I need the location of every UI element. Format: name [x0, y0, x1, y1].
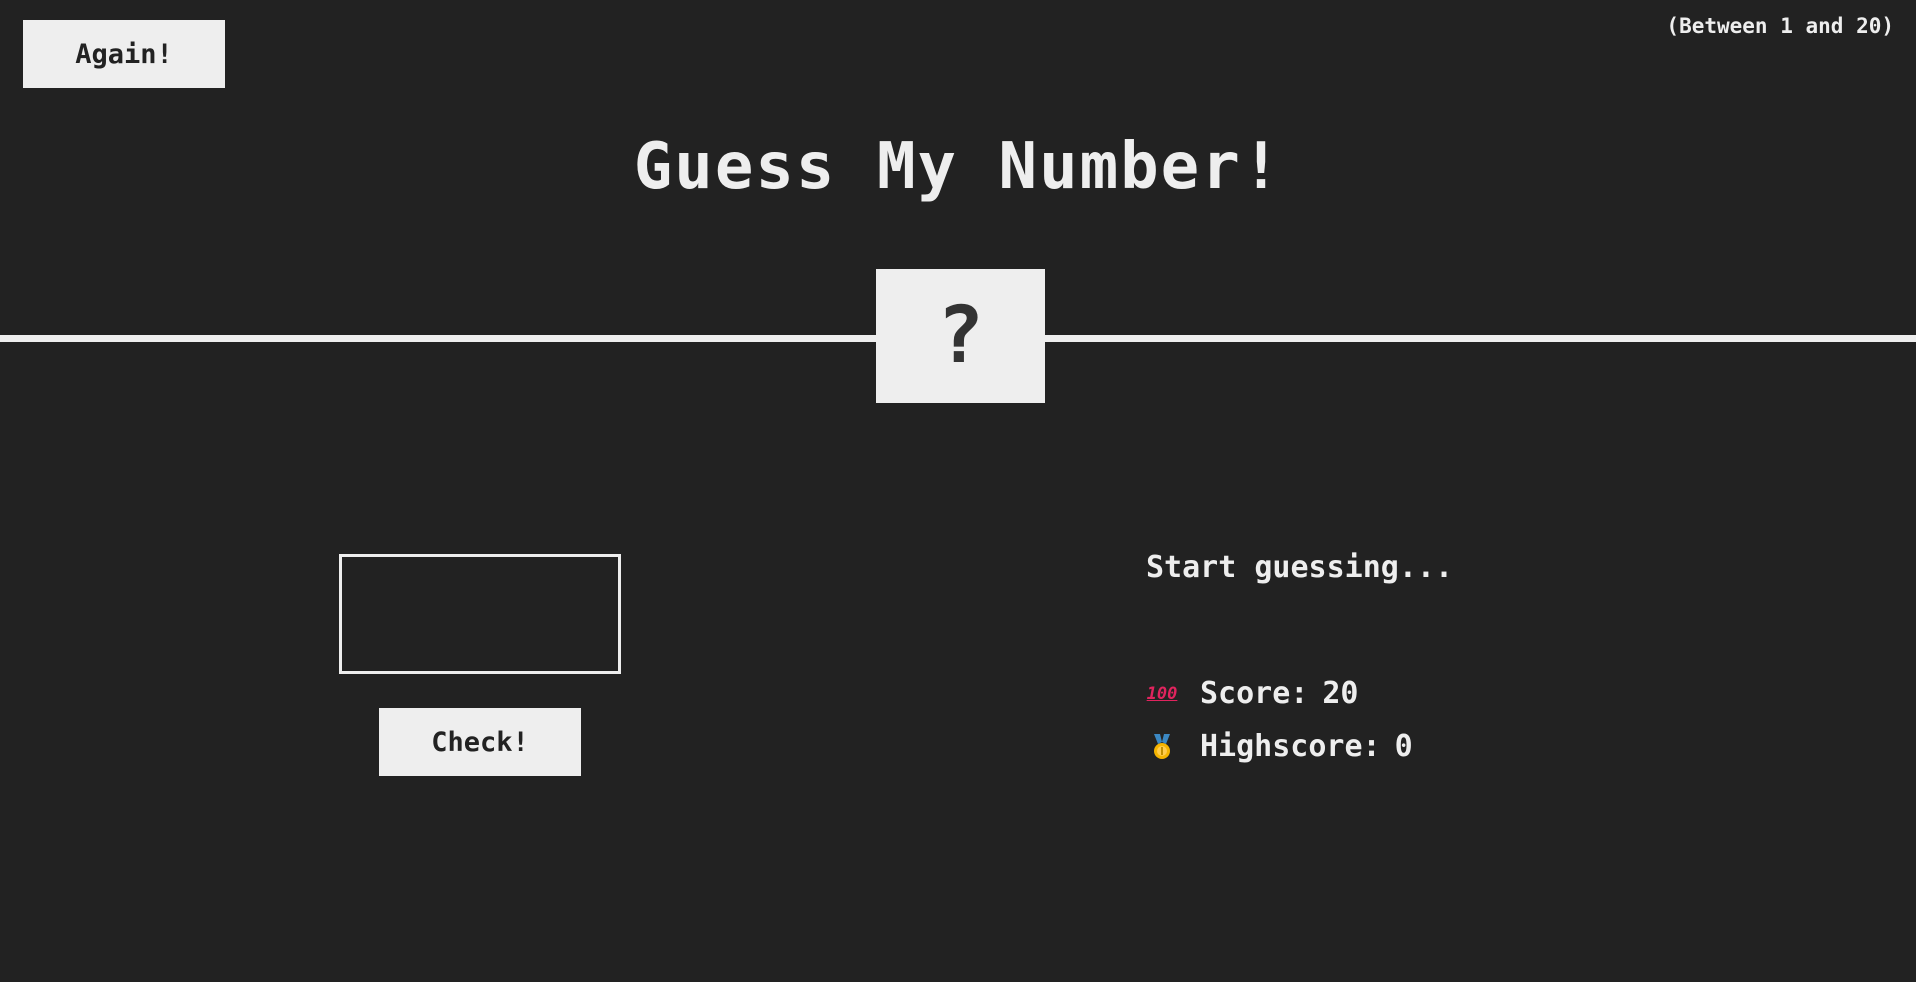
- highscore-value: 0: [1394, 729, 1413, 764]
- highscore-row: Highscore: 0: [1146, 729, 1413, 764]
- again-button[interactable]: Again!: [23, 20, 225, 88]
- highscore-label: Highscore:: [1200, 729, 1381, 764]
- secret-number-box: ?: [876, 269, 1045, 403]
- medal-icon: [1146, 733, 1178, 760]
- score-value: 20: [1322, 676, 1359, 711]
- secret-number-value: ?: [937, 291, 984, 381]
- page-title: Guess My Number!: [633, 130, 1283, 204]
- hundred-points-icon: 100: [1146, 683, 1178, 704]
- status-message: Start guessing...: [1146, 550, 1454, 585]
- score-row: 100 Score: 20: [1146, 676, 1359, 711]
- check-button[interactable]: Check!: [379, 708, 581, 776]
- score-label: Score:: [1200, 676, 1309, 711]
- range-hint: (Between 1 and 20): [1666, 14, 1894, 38]
- guess-input[interactable]: [339, 554, 621, 674]
- game-screen: Again! (Between 1 and 20) Guess My Numbe…: [0, 0, 1916, 982]
